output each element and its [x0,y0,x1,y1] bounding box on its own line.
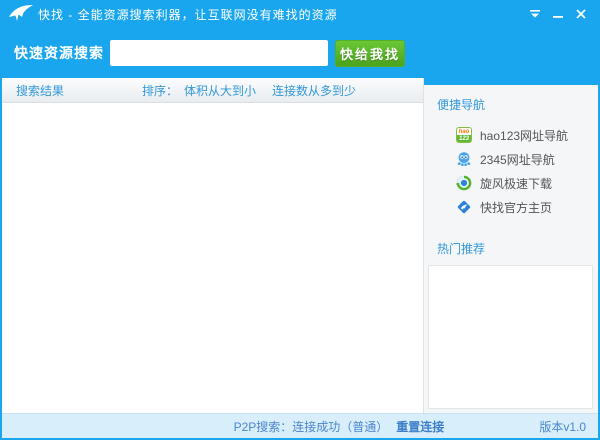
nav-item-label: 2345网址导航 [480,151,555,168]
p2p-status-group: P2P搜索： 连接成功（普通） 重置连接 [234,418,445,435]
sort-label: 排序： [142,82,178,99]
sidebar: 便捷导航 hao 123 hao123网址导航 [423,78,598,413]
app-logo-bird-icon [8,4,34,24]
app-window: 快找 - 全能资源搜索利器，让互联网没有难找的资源 快速资源搜索 [0,0,600,440]
results-header: 搜索结果 排序： 体积从大到小 连接数从多到少 [2,78,423,103]
results-title: 搜索结果 [16,82,64,99]
kuaizhao-home-icon [456,199,472,215]
quick-nav-title: 便捷导航 [424,85,598,117]
content-area: 搜索结果 排序： 体积从大到小 连接数从多到少 便捷导航 hao 123 hao… [2,78,598,413]
window-title: 快找 - 全能资源搜索利器，让互联网没有难找的资源 [38,6,338,23]
sort-by-connections-link[interactable]: 连接数从多到少 [272,82,356,99]
quick-nav-list: hao 123 hao123网址导航 [424,123,598,219]
octopus-2345-icon [456,151,472,167]
hot-recommend-box [428,265,593,409]
reset-connection-link[interactable]: 重置连接 [396,418,444,435]
skin-menu-button[interactable] [528,7,542,21]
hao123-icon: hao 123 [456,127,472,143]
whirlwind-download-icon [456,175,472,191]
connection-status-text: 连接成功（普通） [292,418,388,435]
nav-item-label: 旋风极速下载 [480,175,552,192]
sidebar-top-strip [424,78,598,85]
titlebar: 快找 - 全能资源搜索利器，让互联网没有难找的资源 [2,0,598,28]
nav-item-label: hao123网址导航 [480,127,568,144]
search-input[interactable] [110,40,328,66]
status-bar: P2P搜索： 连接成功（普通） 重置连接 版本v1.0 [2,413,598,438]
version-label: 版本v1.0 [539,418,586,435]
search-button[interactable]: 快给我找 [335,40,405,67]
nav-item-2345[interactable]: 2345网址导航 [424,147,598,171]
results-panel: 搜索结果 排序： 体积从大到小 连接数从多到少 [2,78,423,413]
search-label: 快速资源搜索 [14,43,104,63]
search-bar: 快速资源搜索 快给我找 [2,28,598,78]
nav-item-official-home[interactable]: 快找官方主页 [424,195,598,219]
hot-recommend-title: 热门推荐 [424,229,598,261]
window-controls [528,7,588,21]
minimize-button[interactable] [551,7,565,21]
search-results-area [2,103,423,413]
p2p-search-label: P2P搜索： [234,418,293,435]
nav-item-whirlwind-download[interactable]: 旋风极速下载 [424,171,598,195]
sort-by-size-link[interactable]: 体积从大到小 [184,82,256,99]
close-button[interactable] [574,7,588,21]
nav-item-label: 快找官方主页 [480,199,552,216]
nav-item-hao123[interactable]: hao 123 hao123网址导航 [424,123,598,147]
